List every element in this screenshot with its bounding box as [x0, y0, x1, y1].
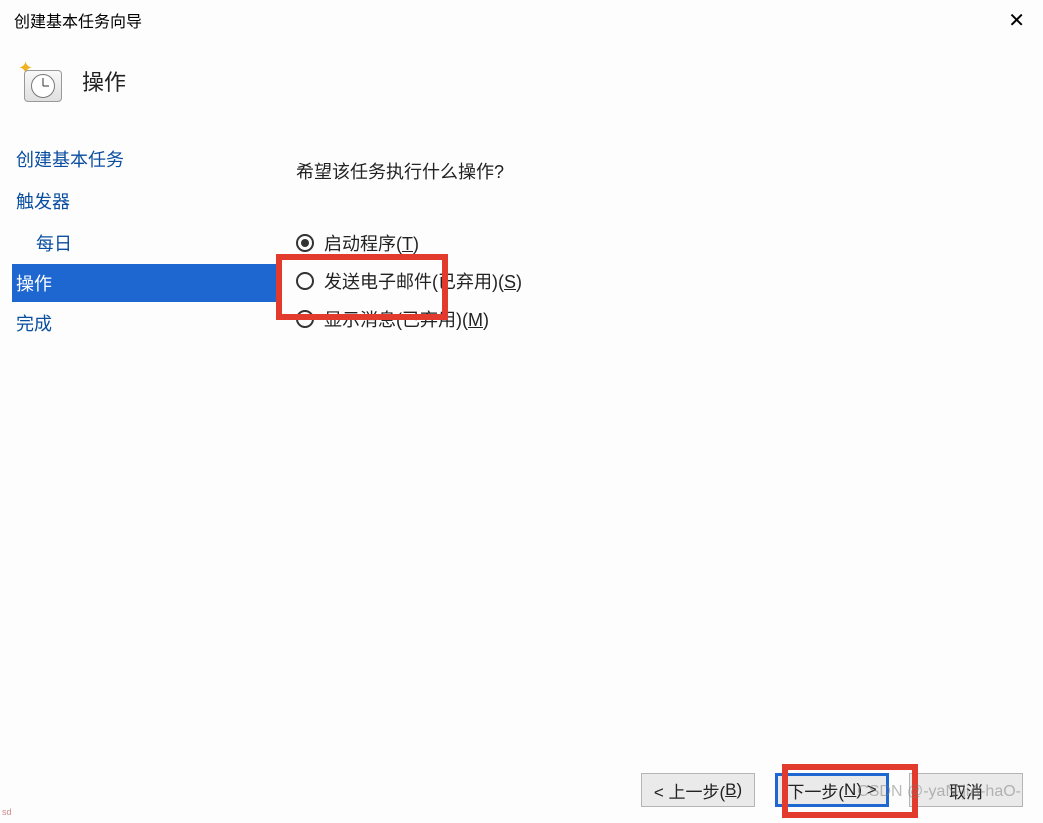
option-label: 显示消息(已弃用)(M) — [324, 306, 489, 332]
corner-mark: sd — [2, 807, 12, 817]
header: ✦ 操作 — [0, 40, 1043, 132]
wizard-steps-sidebar: 创建基本任务 触发器 每日 操作 完成 — [0, 132, 280, 763]
next-button[interactable]: 下一步(N) > — [775, 773, 889, 807]
option-label: 发送电子邮件(已弃用)(S) — [324, 268, 522, 294]
back-button[interactable]: < 上一步(B) — [641, 773, 755, 807]
sidebar-item-action[interactable]: 操作 — [12, 264, 280, 302]
wizard-window: 创建基本任务向导 ✕ ✦ 操作 创建基本任务 触发器 每日 操作 完成 希望该任… — [0, 0, 1043, 823]
sidebar-item-create-basic-task[interactable]: 创建基本任务 — [12, 138, 280, 180]
option-start-program[interactable]: 启动程序(T) — [296, 230, 1023, 256]
option-send-email[interactable]: 发送电子邮件(已弃用)(S) — [296, 268, 1023, 294]
sidebar-item-finish[interactable]: 完成 — [12, 302, 280, 344]
page-title: 操作 — [82, 65, 126, 97]
task-scheduler-icon: ✦ — [20, 60, 62, 102]
cancel-button[interactable]: 取消 — [909, 773, 1023, 807]
option-label: 启动程序(T) — [324, 230, 419, 256]
window-title: 创建基本任务向导 — [14, 8, 142, 32]
content-pane: 希望该任务执行什么操作? 启动程序(T) 发送电子邮件(已弃用)(S) — [280, 132, 1043, 763]
sidebar-item-trigger[interactable]: 触发器 — [12, 180, 280, 222]
footer-buttons: < 上一步(B) 下一步(N) > 取消 — [0, 763, 1043, 823]
body: 创建基本任务 触发器 每日 操作 完成 希望该任务执行什么操作? 启动程序(T)… — [0, 132, 1043, 763]
option-display-message[interactable]: 显示消息(已弃用)(M) — [296, 306, 1023, 332]
radio-icon — [296, 272, 314, 290]
radio-icon — [296, 234, 314, 252]
radio-icon — [296, 310, 314, 328]
sidebar-item-daily[interactable]: 每日 — [12, 222, 280, 264]
titlebar: 创建基本任务向导 ✕ — [0, 0, 1043, 40]
action-prompt: 希望该任务执行什么操作? — [296, 158, 1023, 184]
action-options: 启动程序(T) 发送电子邮件(已弃用)(S) 显示消息(已弃用)(M) — [296, 230, 1023, 332]
close-icon[interactable]: ✕ — [998, 4, 1035, 37]
